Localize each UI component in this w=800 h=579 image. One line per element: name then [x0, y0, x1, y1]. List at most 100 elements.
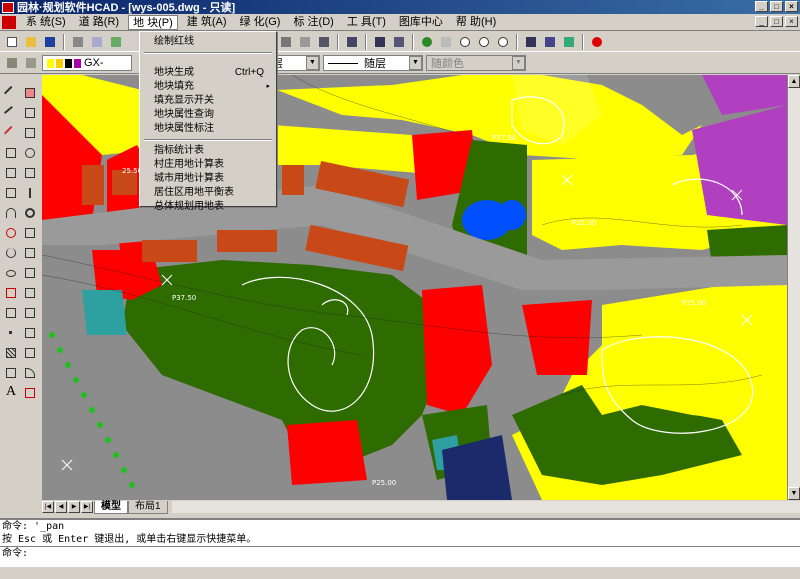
house-tool-icon[interactable] [297, 34, 313, 50]
zoom-window-icon[interactable] [476, 34, 492, 50]
doc-minimize-button[interactable]: _ [755, 16, 768, 27]
close-button[interactable]: × [785, 1, 798, 12]
command-prompt[interactable]: 命令: [0, 546, 800, 559]
menu-system[interactable]: 系 统(S) [22, 15, 70, 30]
minimize-button[interactable]: _ [755, 1, 768, 12]
menu-draw-redline[interactable]: 绘制红线 [142, 35, 274, 49]
menu-residential-balance[interactable]: 居住区用地平衡表 [142, 186, 274, 200]
vertical-scrollbar[interactable]: ▲ ▼ [787, 75, 800, 500]
doc-restore-button[interactable]: □ [770, 16, 783, 27]
menu-master-plan-land[interactable]: 总体规划用地表 [142, 200, 274, 214]
array-tool-icon[interactable] [22, 165, 38, 181]
explode-tool-icon[interactable] [22, 385, 38, 401]
rotate-tool-icon[interactable] [22, 205, 38, 221]
hatch-tool-icon[interactable] [3, 345, 19, 361]
menu-greening[interactable]: 绿 化(G) [236, 15, 285, 30]
menu-fill-parcel[interactable]: 地块填充 ▸ [142, 80, 274, 94]
scroll-up-icon[interactable]: ▲ [788, 75, 800, 88]
offset-tool-icon[interactable] [22, 145, 38, 161]
save-icon[interactable] [42, 34, 58, 50]
trim-tool-icon[interactable] [22, 285, 38, 301]
menu-fill-toggle[interactable]: 填充显示开关 [142, 94, 274, 108]
next-tab-icon[interactable]: ▶ [68, 501, 80, 513]
tab-model[interactable]: 模型 [94, 500, 128, 514]
tab-layout1[interactable]: 布局1 [128, 500, 168, 514]
extend-tool-icon[interactable] [22, 305, 38, 321]
chevron-down-icon: ▼ [306, 56, 319, 70]
ellipse-tool-icon[interactable] [3, 265, 19, 281]
layer-previous-icon[interactable] [23, 55, 39, 71]
layer-manager-icon[interactable] [4, 55, 20, 71]
stretch-tool-icon[interactable] [22, 245, 38, 261]
maximize-button[interactable]: □ [770, 1, 783, 12]
road-tool-icon[interactable] [278, 34, 294, 50]
view-eye-icon[interactable] [419, 34, 435, 50]
mirror-tool-icon[interactable] [22, 125, 38, 141]
layout-tool-icon[interactable] [372, 34, 388, 50]
layer-select[interactable]: GX- [42, 55, 132, 71]
menu-parcel-query[interactable]: 地块属性查询 [142, 108, 274, 122]
insert-block-icon[interactable] [3, 285, 19, 301]
polygon-tool-icon[interactable] [3, 165, 19, 181]
menu-library[interactable]: 图库中心 [395, 15, 447, 30]
pan-hand-icon[interactable] [438, 34, 454, 50]
break-tool-icon[interactable] [22, 325, 38, 341]
help-icon[interactable] [589, 34, 605, 50]
erase-tool-icon[interactable] [22, 85, 38, 101]
arc-tool-icon[interactable] [3, 205, 19, 221]
circle-tool-icon[interactable] [3, 225, 19, 241]
menu-parcel[interactable]: 地 块(P) [128, 14, 178, 30]
menu-annotation[interactable]: 标 注(D) [289, 15, 337, 30]
menu-tools[interactable]: 工 具(T) [343, 15, 390, 30]
menu-help[interactable]: 帮 助(H) [452, 15, 500, 30]
first-tab-icon[interactable]: |◀ [42, 501, 54, 513]
open-file-icon[interactable] [23, 34, 39, 50]
doc-close-button[interactable]: × [785, 16, 798, 27]
preview-icon[interactable] [89, 34, 105, 50]
point-tool-icon[interactable] [3, 325, 19, 341]
menu-generate-parcel[interactable]: 地块生成 Ctrl+Q [142, 66, 274, 80]
prev-tab-icon[interactable]: ◀ [55, 501, 67, 513]
scroll-down-icon[interactable]: ▼ [788, 487, 800, 500]
layer-name: GX- [84, 57, 104, 69]
plot-icon[interactable] [108, 34, 124, 50]
region-tool-icon[interactable] [3, 365, 19, 381]
menu-city-land[interactable]: 城市用地计算表 [142, 172, 274, 186]
rectangle-tool-icon[interactable] [3, 185, 19, 201]
zoom-previous-icon[interactable] [495, 34, 511, 50]
menu-parcel-annotate[interactable]: 地块属性标注 [142, 122, 274, 136]
last-tab-icon[interactable]: ▶| [81, 501, 93, 513]
scale-tool-icon[interactable] [22, 225, 38, 241]
move-tool-icon[interactable] [22, 185, 38, 201]
database-icon[interactable] [561, 34, 577, 50]
menu-building[interactable]: 建 筑(A) [183, 15, 231, 30]
polyline-tool-icon[interactable] [3, 145, 19, 161]
lineweight-select[interactable]: 随层 ▼ [323, 55, 423, 71]
spline-tool-icon[interactable] [3, 245, 19, 261]
line-tool-icon[interactable] [3, 85, 19, 101]
ray-tool-icon[interactable] [3, 105, 19, 121]
match-properties-icon[interactable] [344, 34, 360, 50]
multiline-tool-icon[interactable] [3, 125, 19, 141]
menu-index-stats[interactable]: 指标统计表 [142, 144, 274, 158]
fillet-tool-icon[interactable] [22, 365, 38, 381]
zoom-realtime-icon[interactable] [457, 34, 473, 50]
elevation-label: P25.00 [572, 219, 596, 227]
document-icon[interactable] [2, 15, 16, 29]
print-icon[interactable] [70, 34, 86, 50]
chamfer-tool-icon[interactable] [22, 345, 38, 361]
copy-tool-icon[interactable] [22, 105, 38, 121]
new-file-icon[interactable] [4, 34, 20, 50]
menu-road[interactable]: 道 路(R) [75, 15, 123, 30]
lengthen-tool-icon[interactable] [22, 265, 38, 281]
properties-icon[interactable] [523, 34, 539, 50]
bridge-tool-icon[interactable] [316, 34, 332, 50]
layers-toolbar: GX- 随层 ▼ 随层 ▼ 随颜色 ▼ [0, 53, 800, 74]
make-block-icon[interactable] [3, 305, 19, 321]
horizontal-scrollbar[interactable] [171, 501, 800, 513]
menu-village-land[interactable]: 村庄用地计算表 [142, 158, 274, 172]
command-window[interactable]: 命令: '_pan 按 Esc 或 Enter 键退出, 或单击右键显示快捷菜单… [0, 518, 800, 566]
design-center-icon[interactable] [542, 34, 558, 50]
window-tool-icon[interactable] [391, 34, 407, 50]
text-tool-icon[interactable]: A [3, 384, 19, 401]
